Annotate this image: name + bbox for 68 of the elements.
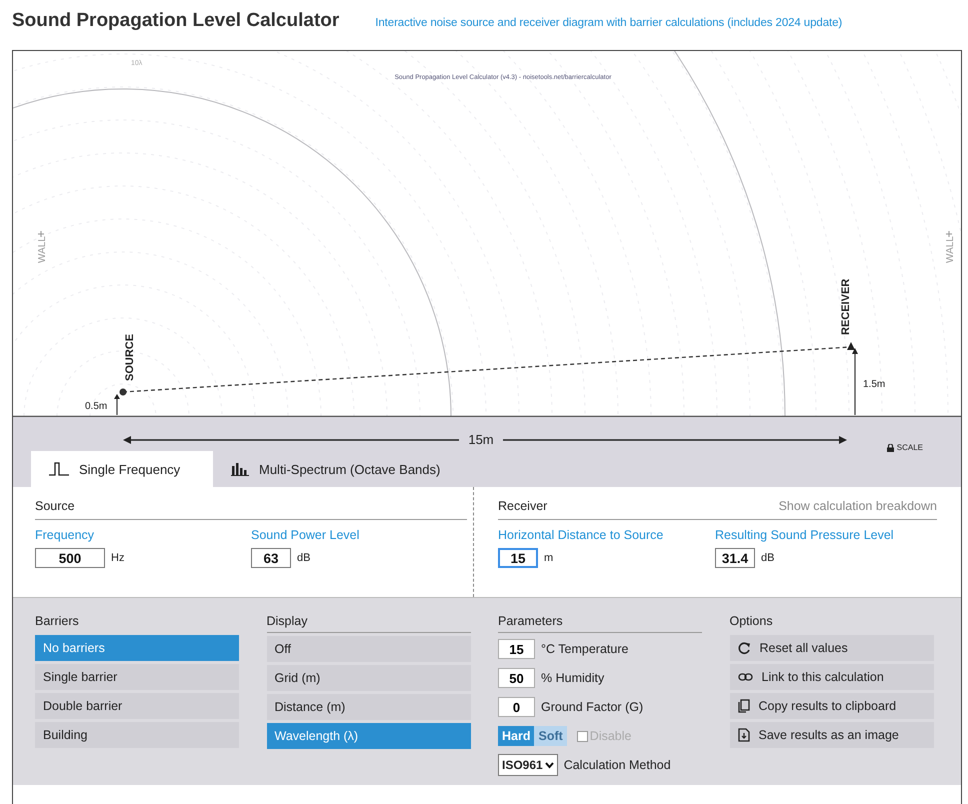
page-subtitle: Interactive noise source and receiver diagram with barrier calculations (includes 2024 update) xyxy=(375,17,842,29)
bar-chart-icon xyxy=(231,462,249,476)
checkbox[interactable] xyxy=(576,730,588,742)
display-option[interactable]: Grid (m) xyxy=(266,665,470,691)
unit-label: dB xyxy=(297,552,310,564)
section-heading: Receiver xyxy=(498,499,548,513)
number-input[interactable]: 50 xyxy=(498,668,535,688)
height-arrow xyxy=(114,394,120,416)
breakdown-link[interactable]: Show calculation breakdown xyxy=(778,499,937,513)
source-label: SOURCE xyxy=(124,334,136,381)
field-label: Sound Power Level xyxy=(251,528,360,542)
field-label: Frequency xyxy=(35,528,96,542)
unit-label: dB xyxy=(761,552,774,564)
wall-label: WALL xyxy=(37,236,48,263)
parameter-label: Ground Factor (G) xyxy=(541,700,644,714)
number-input[interactable]: 0 xyxy=(498,697,535,717)
ground-type-button[interactable]: Hard xyxy=(498,726,534,746)
option-button[interactable]: Reset all values xyxy=(730,635,934,661)
section-heading: Barriers xyxy=(35,614,80,630)
reset-icon xyxy=(738,642,750,654)
source-height-label: 0.5m xyxy=(85,401,108,412)
display-option[interactable]: Off xyxy=(266,636,470,662)
method-select[interactable]: ISO961 xyxy=(498,754,558,776)
source-marker[interactable] xyxy=(120,388,126,396)
number-input[interactable]: 15 xyxy=(498,639,535,659)
barrier-option[interactable]: Double barrier xyxy=(35,693,239,719)
barrier-option[interactable]: Building xyxy=(35,722,239,748)
receiver-height-label: 1.5m xyxy=(863,379,886,390)
link-icon xyxy=(738,672,752,682)
parameter-label: Calculation Method xyxy=(564,758,671,772)
wall-handle-icon[interactable] xyxy=(38,230,44,238)
distance-label: 15m xyxy=(468,432,494,447)
pulse-icon xyxy=(49,462,69,476)
option-button[interactable]: Copy results to clipboard xyxy=(730,693,934,719)
height-arrow xyxy=(852,348,858,416)
chevron-down-icon xyxy=(544,762,554,768)
lock-icon xyxy=(886,444,894,452)
receiver-label: RECEIVER xyxy=(840,278,852,335)
parameter-label: % Humidity xyxy=(541,671,604,685)
barrier-option[interactable]: Single barrier xyxy=(35,664,239,690)
option-button[interactable]: Link to this calculation xyxy=(730,664,934,690)
scale-toggle[interactable]: SCALE xyxy=(886,443,923,452)
mode-tab[interactable]: Single Frequency xyxy=(31,451,213,487)
option-button[interactable]: Save results as an image xyxy=(730,722,934,748)
number-input[interactable]: 15 xyxy=(498,548,538,568)
field-label: Resulting Sound Pressure Level xyxy=(715,528,895,542)
display-option[interactable]: Distance (m) xyxy=(266,694,470,720)
section-heading: Source xyxy=(35,499,75,513)
unit-label: m xyxy=(544,552,554,564)
mode-tab[interactable]: Multi-Spectrum (Octave Bands) xyxy=(213,451,458,487)
barrier-option[interactable]: No barriers xyxy=(35,635,239,661)
section-heading: Display xyxy=(266,614,470,633)
section-heading: Options xyxy=(730,614,774,630)
download-icon xyxy=(738,728,750,742)
copy-icon xyxy=(738,699,750,713)
ground-type-button[interactable]: Soft xyxy=(534,726,567,746)
number-input[interactable]: 63 xyxy=(251,548,291,568)
unit-label: Hz xyxy=(111,552,124,564)
page-title: Sound Propagation Level Calculator xyxy=(12,10,340,32)
wall-label: WALL xyxy=(945,236,956,263)
receiver-marker[interactable] xyxy=(847,342,855,350)
number-input[interactable]: 500 xyxy=(35,548,105,568)
parameter-label: °C Temperature xyxy=(541,642,628,656)
wall-handle-icon[interactable] xyxy=(946,230,952,238)
section-heading: Parameters xyxy=(498,614,702,633)
number-input[interactable]: 31.4 xyxy=(715,548,755,568)
field-label: Horizontal Distance to Source xyxy=(498,528,664,542)
display-option[interactable]: Wavelength (λ) xyxy=(266,723,470,749)
